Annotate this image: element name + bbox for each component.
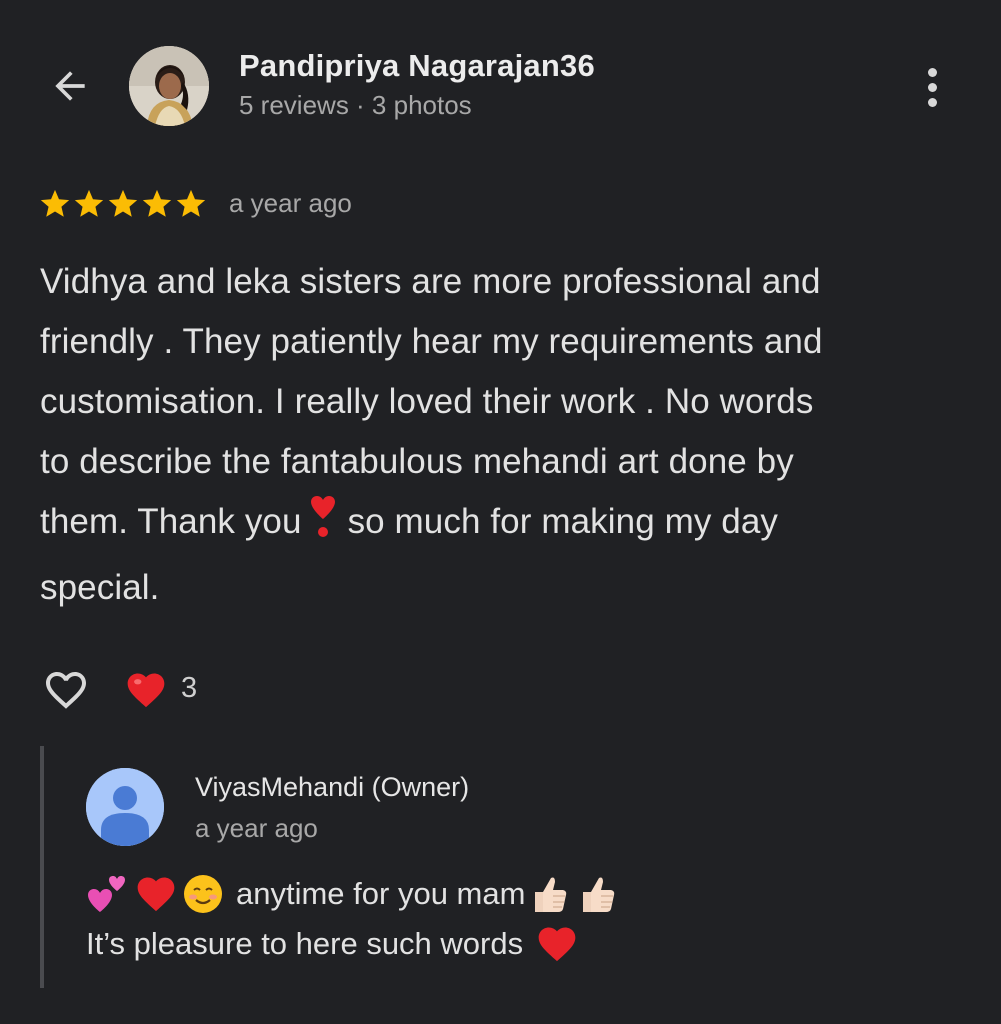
like-button[interactable] [38, 664, 94, 716]
owner-reply-line: anytime for you mam [86, 866, 623, 922]
star-icon [74, 189, 104, 217]
more-vert-icon-dot [927, 97, 937, 107]
more-options-button[interactable] [910, 60, 954, 114]
owner-reply-text: It’s pleasure to here such words [86, 926, 524, 961]
person-icon [86, 768, 164, 846]
reply-divider [40, 746, 44, 988]
review-text-line: customisation. I really loved their work… [40, 382, 814, 421]
red-heart-emoji [535, 922, 579, 966]
owner-reply-date: a year ago [195, 813, 318, 843]
review-text-segment: them. Thank you [40, 502, 302, 541]
red-heart-emoji [134, 872, 178, 916]
review-text-line: friendly . They patiently hear my requir… [40, 322, 823, 361]
review-text-segment: so much for making my day [347, 502, 778, 541]
reviewer-avatar[interactable] [129, 46, 209, 126]
smiling-face-emoji [182, 873, 224, 915]
red-heart-reaction [124, 668, 168, 712]
review-date: a year ago [229, 188, 352, 218]
star-rating [38, 184, 208, 224]
star-icon [142, 189, 172, 217]
two-hearts-emoji [86, 872, 130, 916]
star-icon [108, 189, 138, 217]
heart-exclamation-emoji [310, 495, 336, 558]
review-text-line: Vidhya and leka sisters are more profess… [40, 262, 821, 301]
owner-reply-line: It’s pleasure to here such words [86, 918, 583, 970]
review-text-line: special. [40, 568, 160, 607]
star-icon [40, 189, 70, 217]
reviewer-name[interactable]: Pandipriya Nagarajan36 [239, 48, 595, 84]
heart-outline-icon [46, 672, 86, 709]
review-text-line: to describe the fantabulous mehandi art … [40, 442, 794, 481]
review-text-line: them. Thank you so much for making my day [40, 492, 940, 558]
owner-name[interactable]: ViyasMehandi (Owner) [195, 772, 469, 803]
reaction-count: 3 [181, 672, 198, 704]
arrow-left-icon [55, 71, 85, 101]
review-text: Vidhya and leka sisters are more profess… [40, 252, 940, 618]
back-button[interactable] [44, 60, 96, 112]
thumbs-up-emoji [575, 872, 619, 916]
more-vert-icon [927, 67, 937, 77]
star-icon [176, 189, 206, 217]
owner-avatar[interactable] [86, 768, 164, 846]
more-vert-icon-dot [927, 82, 937, 92]
thumbs-up-emoji [527, 872, 571, 916]
reviewer-photo [129, 46, 209, 126]
owner-reply-text: anytime for you mam [236, 876, 526, 911]
reviewer-stats: 5 reviews · 3 photos [239, 90, 472, 120]
